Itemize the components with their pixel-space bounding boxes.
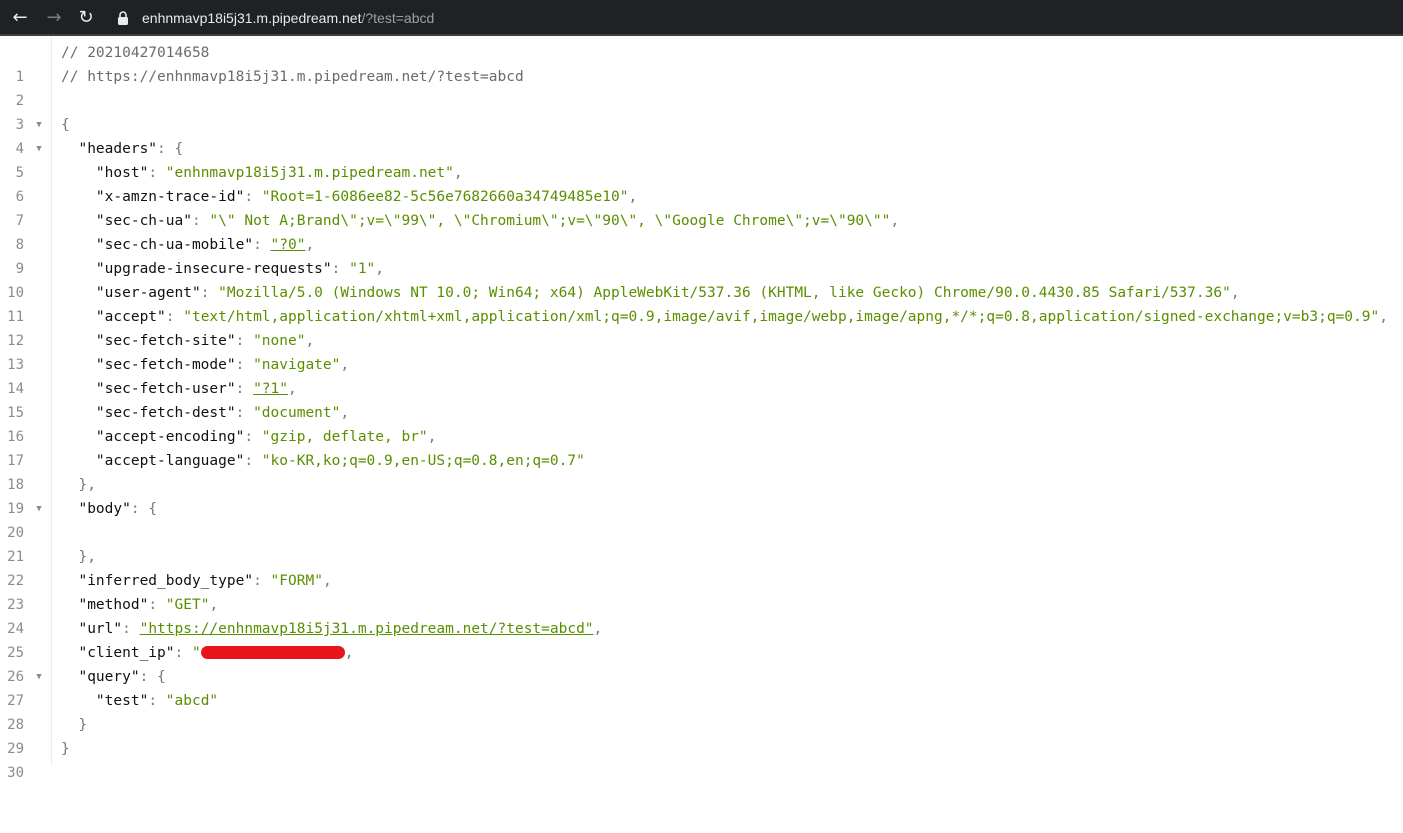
code-line: 10 "upgrade-insecure-requests": "1", [0, 257, 1403, 301]
code-line: 11 "user-agent": "Mozilla/5.0 (Windows N… [0, 281, 1403, 325]
json-key: "body" [78, 501, 131, 517]
json-string-value: "GET" [165, 597, 210, 613]
json-key: "host" [95, 165, 149, 181]
json-key: "sec-fetch-user" [95, 381, 236, 397]
code-line: 30 } [0, 737, 1403, 781]
json-string-value: "1" [349, 261, 376, 277]
code-line: 29 } [0, 713, 1403, 757]
json-string-value: "gzip, deflate, br" [261, 429, 428, 445]
json-key: "inferred_body_type" [78, 573, 254, 589]
json-string-value: "\" Not A;Brand\";v=\"99\", \"Chromium\"… [209, 213, 891, 229]
json-key: "method" [78, 597, 149, 613]
code-line: 25 "url": "https://enhnmavp18i5j31.m.pip… [0, 617, 1403, 661]
code-line: 22 }, [0, 545, 1403, 589]
json-link-value[interactable]: "https://enhnmavp18i5j31.m.pipedream.net… [140, 621, 594, 637]
fold-toggle-icon[interactable]: ▼ [34, 113, 44, 137]
json-viewer: 1 // 20210427014658 2 // https://enhnmav… [0, 36, 1403, 781]
url-host: enhnmavp18i5j31.m.pipedream.net [142, 10, 362, 26]
code-line: 21 [0, 521, 1403, 565]
json-string-value: "none" [253, 333, 306, 349]
json-key: "accept-encoding" [95, 429, 245, 445]
line-number: 30 [7, 765, 24, 781]
json-key: "sec-fetch-site" [95, 333, 236, 349]
code-line: 26 "client_ip": ", [0, 641, 1403, 685]
code-line: 15 "sec-fetch-user": "?1", [0, 377, 1403, 421]
json-key: "sec-fetch-dest" [95, 405, 236, 421]
json-string-value: "ko-KR,ko;q=0.9,en-US;q=0.8,en;q=0.7" [261, 453, 585, 469]
json-string-value: "Root=1-6086ee82-5c56e7682660a34749485e1… [261, 189, 629, 205]
code-line: 2 // https://enhnmavp18i5j31.m.pipedream… [0, 65, 1403, 109]
reload-icon[interactable]: ↻ [76, 8, 96, 28]
code-line: 6 "host": "enhnmavp18i5j31.m.pipedream.n… [0, 161, 1403, 205]
url-path: /?test=abcd [361, 10, 435, 26]
json-string-value: "enhnmavp18i5j31.m.pipedream.net" [165, 165, 454, 181]
json-key: "upgrade-insecure-requests" [95, 261, 332, 277]
code-line: 19 }, [0, 473, 1403, 517]
json-key: "sec-fetch-mode" [95, 357, 236, 373]
json-string-value: "FORM" [270, 573, 323, 589]
lock-icon[interactable] [117, 11, 129, 25]
code-line: 5 ▼ "headers": { [0, 137, 1403, 181]
json-key: "headers" [78, 141, 158, 157]
code-line: 17 "accept-encoding": "gzip, deflate, br… [0, 425, 1403, 469]
json-key: "client_ip" [78, 645, 175, 661]
code-line: 9 "sec-ch-ua-mobile": "?0", [0, 233, 1403, 277]
code-line: 13 "sec-fetch-site": "none", [0, 329, 1403, 373]
fold-toggle-icon[interactable]: ▼ [34, 665, 44, 689]
json-key: "query" [78, 669, 140, 685]
code-line: 14 "sec-fetch-mode": "navigate", [0, 353, 1403, 397]
browser-toolbar: ← → ↻ enhnmavp18i5j31.m.pipedream.net/?t… [0, 0, 1403, 36]
json-key: "user-agent" [95, 285, 201, 301]
json-link-value[interactable]: "?0" [271, 237, 306, 253]
code-line: 23 "inferred_body_type": "FORM", [0, 569, 1403, 613]
code-line: 20 ▼ "body": { [0, 497, 1403, 541]
code-line: 18 "accept-language": "ko-KR,ko;q=0.9,en… [0, 449, 1403, 493]
json-string-value: "document" [253, 405, 341, 421]
json-string-value: "text/html,application/xhtml+xml,applica… [183, 309, 1380, 325]
code-line: 3 [0, 89, 1403, 133]
redaction-mark [200, 645, 345, 659]
json-key: "accept-language" [95, 453, 245, 469]
json-link-value[interactable]: "?1" [253, 381, 288, 397]
json-key: "url" [78, 621, 123, 637]
back-arrow-icon[interactable]: ← [10, 8, 30, 28]
code-line: 24 "method": "GET", [0, 593, 1403, 637]
json-string-value: "abcd" [165, 693, 219, 709]
code-line: 16 "sec-fetch-dest": "document", [0, 401, 1403, 445]
code-line: 4 ▼ { [0, 113, 1403, 157]
code-line: 7 "x-amzn-trace-id": "Root=1-6086ee82-5c… [0, 185, 1403, 229]
fold-toggle-icon[interactable]: ▼ [34, 137, 44, 161]
code-line: 1 // 20210427014658 [0, 41, 1403, 85]
json-key: "sec-ch-ua" [95, 213, 192, 229]
json-key: "accept" [95, 309, 166, 325]
json-string-value: " [191, 645, 201, 661]
code-line: 12 "accept": "text/html,application/xhtm… [0, 305, 1403, 349]
code-line: 28 "test": "abcd" [0, 689, 1403, 733]
json-key: "sec-ch-ua-mobile" [95, 237, 254, 253]
json-string-value: "Mozilla/5.0 (Windows NT 10.0; Win64; x6… [218, 285, 1231, 301]
json-key: "x-amzn-trace-id" [95, 189, 245, 205]
code-line: 8 "sec-ch-ua": "\" Not A;Brand\";v=\"99\… [0, 209, 1403, 253]
json-string-value: "navigate" [253, 357, 341, 373]
code-line: 27 ▼ "query": { [0, 665, 1403, 709]
forward-arrow-icon[interactable]: → [44, 8, 64, 28]
address-bar[interactable]: enhnmavp18i5j31.m.pipedream.net/?test=ab… [142, 9, 434, 27]
timestamp-comment: // 20210427014658 [61, 45, 210, 61]
fold-toggle-icon[interactable]: ▼ [34, 497, 44, 521]
source-url-comment: // https://enhnmavp18i5j31.m.pipedream.n… [61, 69, 524, 85]
json-key: "test" [95, 693, 149, 709]
